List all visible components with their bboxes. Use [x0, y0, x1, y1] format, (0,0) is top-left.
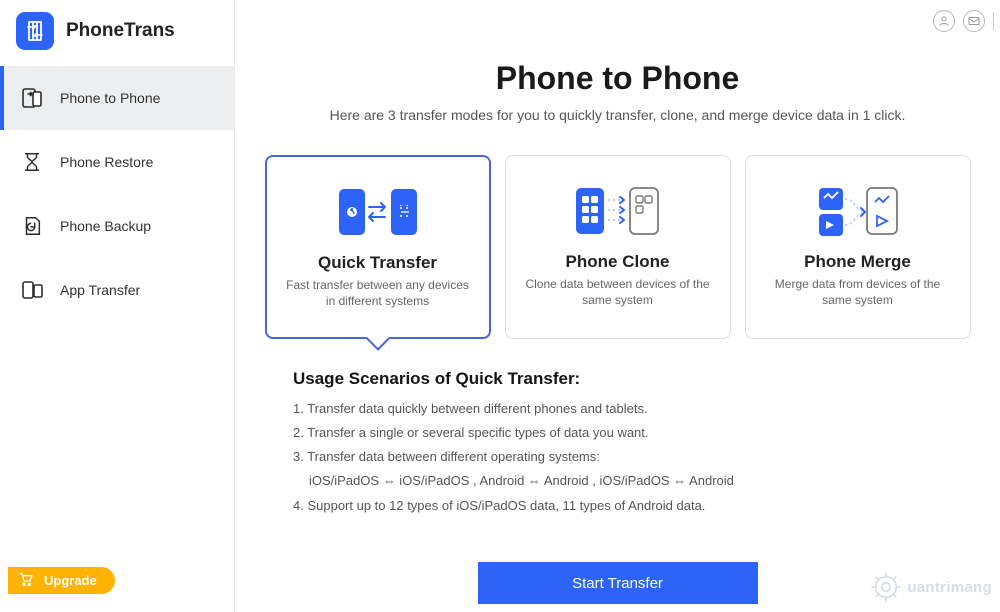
page-header: Phone to Phone Here are 3 transfer modes… — [263, 60, 972, 123]
scenario-os-line: iOS/iPadOS ⇔ iOS/iPadOS , Android ⇔ Andr… — [293, 469, 972, 494]
card-desc: Clone data between devices of the same s… — [520, 276, 716, 308]
sidebar-item-label: Phone to Phone — [60, 90, 160, 106]
app-logo-icon — [16, 12, 54, 50]
page-title: Phone to Phone — [263, 60, 972, 97]
card-title: Phone Clone — [566, 252, 670, 272]
upgrade-label: Upgrade — [44, 573, 97, 588]
sidebar-item-label: Phone Backup — [60, 218, 151, 234]
sidebar-item-phone-to-phone[interactable]: Phone to Phone — [0, 66, 234, 130]
user-icon[interactable] — [933, 10, 955, 32]
cart-icon — [18, 571, 34, 590]
card-title: Phone Merge — [804, 252, 911, 272]
start-transfer-button[interactable]: Start Transfer — [478, 562, 758, 604]
sidebar-item-app-transfer[interactable]: App Transfer — [0, 258, 234, 322]
sidebar: PhoneTrans Phone to Phone Phone Restore — [0, 0, 235, 612]
scenario-line-4: 4. Support up to 12 types of iOS/iPadOS … — [293, 494, 972, 518]
scenario-line-2: 2. Transfer a single or several specific… — [293, 421, 972, 445]
phone-clone-icon — [570, 174, 666, 246]
card-quick-transfer[interactable]: Quick Transfer Fast transfer between any… — [265, 155, 491, 339]
card-title: Quick Transfer — [318, 253, 437, 273]
sidebar-item-label: Phone Restore — [60, 154, 153, 170]
hourglass-icon — [20, 150, 44, 174]
scenario-line-3: 3. Transfer data between different opera… — [293, 445, 972, 469]
card-phone-merge[interactable]: Phone Merge Merge data from devices of t… — [745, 155, 971, 339]
header-icons — [933, 10, 994, 32]
sidebar-item-label: App Transfer — [60, 282, 140, 298]
watermark: uantrimang — [869, 570, 992, 604]
card-desc: Fast transfer between any devices in dif… — [281, 277, 475, 309]
card-desc: Merge data from devices of the same syst… — [760, 276, 956, 308]
sidebar-item-phone-restore[interactable]: Phone Restore — [0, 130, 234, 194]
quick-transfer-icon — [333, 175, 423, 247]
sidebar-nav: Phone to Phone Phone Restore Phone Backu… — [0, 66, 234, 322]
sidebar-item-phone-backup[interactable]: Phone Backup — [0, 194, 234, 258]
app-logo-row: PhoneTrans — [0, 0, 234, 66]
usage-scenarios: Usage Scenarios of Quick Transfer: 1. Tr… — [293, 369, 972, 518]
cta-label: Start Transfer — [572, 575, 663, 592]
phone-to-phone-icon — [20, 86, 44, 110]
watermark-text: uantrimang — [907, 579, 992, 596]
watermark-gear-icon — [869, 570, 903, 604]
mail-icon[interactable] — [963, 10, 985, 32]
scenarios-title: Usage Scenarios of Quick Transfer: — [293, 369, 972, 389]
backup-icon — [20, 214, 44, 238]
transfer-mode-cards: Quick Transfer Fast transfer between any… — [263, 155, 972, 339]
app-name: PhoneTrans — [66, 20, 175, 42]
scenario-line-1: 1. Transfer data quickly between differe… — [293, 397, 972, 421]
main-content: Phone to Phone Here are 3 transfer modes… — [235, 0, 1000, 612]
page-subtitle: Here are 3 transfer modes for you to qui… — [263, 107, 972, 123]
header-divider — [993, 12, 994, 30]
app-transfer-icon — [20, 278, 44, 302]
phone-merge-icon — [813, 174, 903, 246]
card-phone-clone[interactable]: Phone Clone Clone data between devices o… — [505, 155, 731, 339]
upgrade-button[interactable]: Upgrade — [8, 567, 115, 594]
